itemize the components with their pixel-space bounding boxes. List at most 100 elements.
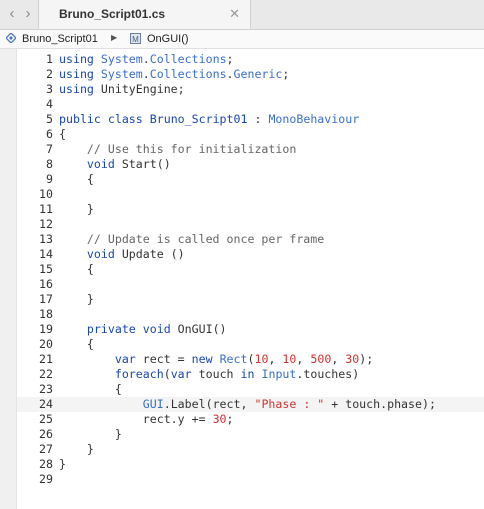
code-text: using UnityEngine; bbox=[59, 82, 185, 97]
code-line[interactable]: 5 public class Bruno_Script01 : MonoBehav… bbox=[17, 112, 484, 127]
code-token: void bbox=[86, 157, 115, 171]
code-text: } bbox=[59, 202, 94, 217]
forward-arrow-icon[interactable]: › bbox=[19, 5, 37, 23]
code-token: new bbox=[191, 352, 213, 366]
code-line[interactable]: 12 bbox=[17, 217, 484, 232]
code-line[interactable]: 10 bbox=[17, 187, 484, 202]
code-line[interactable]: 27 } bbox=[17, 442, 484, 457]
code-line[interactable]: 16 bbox=[17, 277, 484, 292]
breadcrumb-file[interactable]: Bruno_Script01 bbox=[22, 33, 98, 45]
code-line[interactable]: 1 using System.Collections; bbox=[17, 52, 484, 67]
tab-bruno-script01[interactable]: Bruno_Script01.cs ✕ bbox=[38, 0, 251, 29]
code-token: .touches) bbox=[296, 367, 360, 381]
code-text: { bbox=[59, 262, 94, 277]
code-line[interactable]: 18 bbox=[17, 307, 484, 322]
code-line[interactable]: 17 } bbox=[17, 292, 484, 307]
code-token: . bbox=[226, 67, 234, 81]
line-number: 22 bbox=[39, 367, 53, 381]
code-line[interactable]: 3 using UnityEngine; bbox=[17, 82, 484, 97]
line-number: 25 bbox=[39, 412, 53, 426]
code-editor[interactable]: 1 using System.Collections; 2 using System.… bbox=[17, 49, 484, 509]
line-number: 15 bbox=[39, 262, 53, 276]
code-token: public class bbox=[59, 112, 143, 126]
code-token: . bbox=[142, 52, 150, 66]
code-token: Bruno_Script01 bbox=[149, 112, 248, 126]
line-number: 10 bbox=[39, 187, 53, 201]
code-token: + touch.phase); bbox=[324, 397, 436, 411]
line-number: 12 bbox=[39, 217, 53, 231]
breadcrumb-method[interactable]: OnGUI() bbox=[147, 33, 189, 45]
code-line[interactable]: 14 void Update () bbox=[17, 247, 484, 262]
code-token: foreach bbox=[114, 367, 164, 381]
code-text: GUI.Label(rect, "Phase : " + touch.phase… bbox=[59, 397, 436, 412]
code-token: ; bbox=[226, 412, 234, 426]
line-number: 18 bbox=[39, 307, 53, 321]
code-line[interactable]: 4 bbox=[17, 97, 484, 112]
code-line[interactable]: 20 { bbox=[17, 337, 484, 352]
code-text: rect.y += 30; bbox=[59, 412, 234, 427]
code-token: , bbox=[268, 352, 283, 366]
line-number: 6 bbox=[46, 127, 53, 141]
code-token: . bbox=[142, 67, 150, 81]
code-line[interactable]: 19 private void OnGUI() bbox=[17, 322, 484, 337]
line-number: 3 bbox=[46, 82, 53, 96]
code-line[interactable]: 7 // Use this for initialization bbox=[17, 142, 484, 157]
code-token: Collections bbox=[149, 52, 227, 66]
code-token: touch bbox=[191, 367, 241, 381]
code-token: using bbox=[59, 82, 94, 96]
code-token: // Use this for initialization bbox=[86, 142, 297, 156]
code-token: OnGUI() bbox=[170, 322, 227, 336]
code-token: { bbox=[59, 262, 94, 276]
close-icon[interactable]: ✕ bbox=[229, 6, 240, 22]
code-line[interactable]: 2 using System.Collections.Generic; bbox=[17, 67, 484, 82]
code-line[interactable]: 9 { bbox=[17, 172, 484, 187]
code-text: } bbox=[59, 457, 66, 472]
code-line[interactable]: 6{ bbox=[17, 127, 484, 142]
line-number: 20 bbox=[39, 337, 53, 351]
code-line[interactable]: 13 // Update is called once per frame bbox=[17, 232, 484, 247]
code-token: , bbox=[296, 352, 311, 366]
line-number: 2 bbox=[46, 67, 53, 81]
code-line[interactable]: 8 void Start() bbox=[17, 157, 484, 172]
code-token: using bbox=[59, 52, 94, 66]
code-line[interactable]: 21 var rect = new Rect(10, 10, 500, 30); bbox=[17, 352, 484, 367]
line-number: 4 bbox=[46, 97, 53, 111]
line-number: 29 bbox=[39, 472, 53, 486]
code-token: UnityEngine; bbox=[93, 82, 185, 96]
code-token: Collections bbox=[149, 67, 227, 81]
code-line[interactable]: 11 } bbox=[17, 202, 484, 217]
line-number: 24 bbox=[39, 397, 53, 411]
code-line[interactable]: 25 rect.y += 30; bbox=[17, 412, 484, 427]
tab-bar: ‹ › Bruno_Script01.cs ✕ bbox=[0, 0, 484, 30]
code-line[interactable]: 24 GUI.Label(rect, "Phase : " + touch.ph… bbox=[17, 397, 484, 412]
code-line[interactable]: 15 { bbox=[17, 262, 484, 277]
line-number: 14 bbox=[39, 247, 53, 261]
line-number: 21 bbox=[39, 352, 53, 366]
code-line[interactable]: 23 { bbox=[17, 382, 484, 397]
code-line[interactable]: 28} bbox=[17, 457, 484, 472]
code-token: rect.y += bbox=[59, 412, 213, 426]
line-number: 11 bbox=[39, 202, 53, 216]
line-number: 28 bbox=[39, 457, 53, 471]
code-token: { bbox=[59, 172, 94, 186]
code-token: 10 bbox=[254, 352, 269, 366]
editor-gutter bbox=[0, 49, 17, 509]
line-number: 19 bbox=[39, 322, 53, 336]
script-file-icon bbox=[6, 33, 16, 43]
code-token: , bbox=[331, 352, 346, 366]
code-text: } bbox=[59, 427, 122, 442]
code-token: 10 bbox=[282, 352, 297, 366]
code-text: var rect = new Rect(10, 10, 500, 30); bbox=[59, 352, 373, 367]
line-number: 9 bbox=[46, 172, 53, 186]
code-line[interactable]: 22 foreach(var touch in Input.touches) bbox=[17, 367, 484, 382]
code-token: Update () bbox=[114, 247, 185, 261]
code-token: { bbox=[59, 337, 94, 351]
code-token: "Phase : " bbox=[254, 397, 325, 411]
code-token: } bbox=[59, 457, 66, 471]
code-line[interactable]: 29 bbox=[17, 472, 484, 487]
code-text: } bbox=[59, 292, 94, 307]
code-line[interactable]: 26 } bbox=[17, 427, 484, 442]
